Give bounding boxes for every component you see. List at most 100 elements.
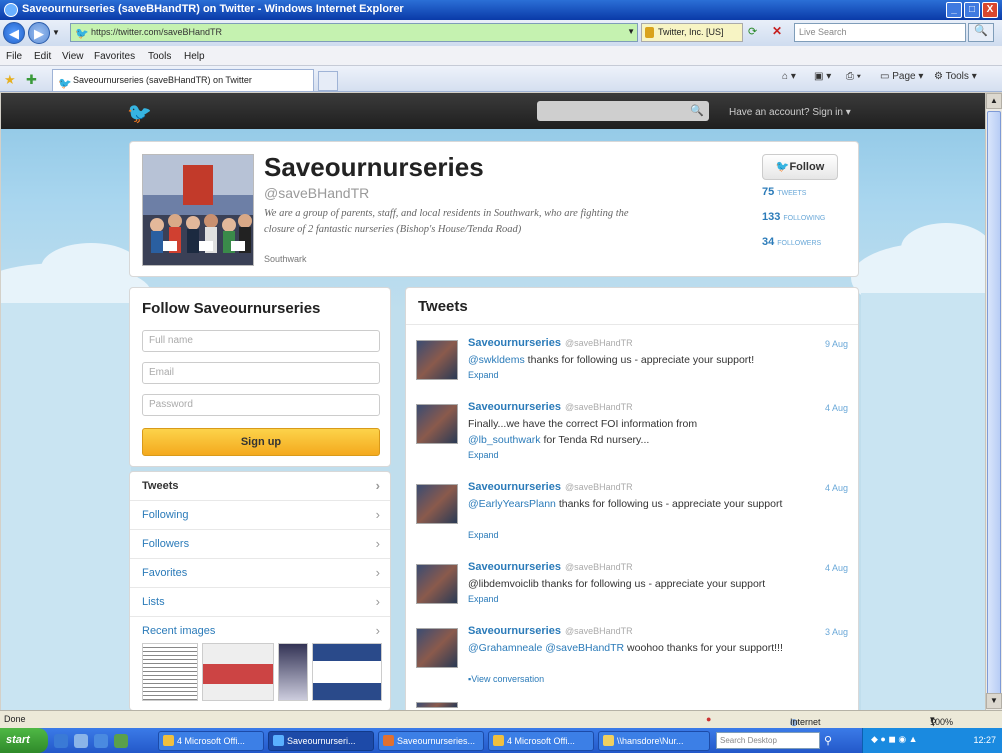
forward-button[interactable]: ▶	[28, 22, 50, 44]
tweet-date[interactable]: 4 Aug	[825, 403, 848, 413]
tweet-expand-link[interactable]: Expand	[468, 530, 499, 540]
tweet-expand-link[interactable]: Expand	[468, 450, 499, 460]
fullname-field[interactable]: Full name	[142, 330, 380, 352]
tweet-item[interactable]: Saveournurseries @saveBHandTR 4 Aug @Earl…	[406, 478, 858, 558]
taskbar-button-folder[interactable]: \\hansdore\Nur...	[598, 731, 710, 751]
tweet-date[interactable]: 9 Aug	[825, 339, 848, 349]
scroll-down-button[interactable]: ▼	[986, 693, 1002, 709]
tweet-author[interactable]: Saveournurseries @saveBHandTR	[468, 561, 633, 573]
vertical-scrollbar[interactable]: ▲ ▼	[985, 93, 1002, 710]
tweet-avatar[interactable]	[416, 702, 458, 708]
tweet-expand-link[interactable]: Expand	[468, 370, 499, 380]
menu-file[interactable]: File	[6, 51, 22, 62]
nav-favorites[interactable]: Favorites ›	[130, 559, 390, 588]
stat-following[interactable]: 133 FOLLOWING	[762, 211, 825, 223]
tweet-avatar[interactable]	[416, 628, 458, 668]
minimize-button[interactable]: _	[946, 2, 962, 18]
new-tab-button[interactable]	[318, 71, 338, 91]
outlook-quicklaunch-icon[interactable]	[94, 734, 108, 748]
excel-quicklaunch-icon[interactable]	[114, 734, 128, 748]
search-icon[interactable]: 🔍	[968, 23, 994, 42]
twitter-search-input[interactable]: 🔍	[537, 101, 709, 121]
nav-following[interactable]: Following ›	[130, 501, 390, 530]
taskbar-button-office[interactable]: 4 Microsoft Offi...	[158, 731, 264, 751]
email-field[interactable]: Email	[142, 362, 380, 384]
start-button[interactable]: start	[0, 728, 48, 753]
history-dropdown-icon[interactable]: ▼	[52, 28, 60, 37]
view-conversation-link[interactable]: ▪View conversation	[468, 674, 544, 684]
tray-icons[interactable]: ◆ ● ◼ ◉ ▲	[871, 734, 918, 745]
ie-quicklaunch-icon[interactable]	[54, 734, 68, 748]
recent-image-thumb[interactable]	[202, 643, 274, 701]
print-icon[interactable]: ⎙ ▾	[846, 71, 861, 82]
tweet-avatar[interactable]	[416, 484, 458, 524]
divider	[406, 324, 858, 325]
signup-button[interactable]: Sign up	[142, 428, 380, 456]
twitter-bird-icon[interactable]: 🐦	[127, 101, 152, 126]
stat-followers[interactable]: 34 FOLLOWERS	[762, 236, 821, 248]
zoom-level[interactable]: ⚲ 100% ▾	[930, 714, 953, 727]
maximize-button[interactable]: □	[964, 2, 980, 18]
menu-help[interactable]: Help	[184, 51, 205, 62]
stop-icon[interactable]: ✕	[772, 24, 782, 38]
scroll-up-button[interactable]: ▲	[986, 93, 1002, 109]
tweet-author[interactable]: Saveournurseries @saveBHandTR	[468, 481, 633, 493]
recent-image-thumb[interactable]	[278, 643, 308, 701]
back-button[interactable]: ◀	[3, 22, 25, 44]
search-input[interactable]: Live Search	[794, 23, 966, 42]
certificate-badge[interactable]: Twitter, Inc. [US]	[641, 23, 743, 42]
desktop-search-input[interactable]: Search Desktop	[716, 732, 820, 749]
tweet-date[interactable]: 4 Aug	[825, 563, 848, 573]
search-icon[interactable]: ⚲	[824, 734, 832, 747]
refresh-icon[interactable]: ⟳	[748, 25, 757, 38]
profile-handle: @saveBHandTR	[264, 185, 370, 201]
menu-view[interactable]: View	[62, 51, 84, 62]
address-dropdown-icon[interactable]: ▼	[627, 27, 635, 36]
desktop-quicklaunch-icon[interactable]	[74, 734, 88, 748]
stat-tweets[interactable]: 75 TWEETS	[762, 186, 806, 198]
menu-edit[interactable]: Edit	[34, 51, 51, 62]
tweet-avatar[interactable]	[416, 404, 458, 444]
nav-followers[interactable]: Followers ›	[130, 530, 390, 559]
tweet-item[interactable]: Saveournurseries @saveBHandTR 3 Aug @Grah…	[406, 622, 858, 702]
feeds-icon[interactable]: ▣ ▾	[814, 71, 831, 82]
search-icon[interactable]: 🔍	[690, 104, 704, 117]
chevron-right-icon: ›	[375, 565, 380, 580]
recent-image-thumb[interactable]	[312, 643, 382, 701]
close-button[interactable]: X	[982, 2, 998, 18]
nav-lists[interactable]: Lists ›	[130, 588, 390, 617]
scroll-thumb[interactable]	[987, 111, 1001, 701]
status-bar: Done ● ◍ Internet ⚲ 100% ▾	[0, 710, 1002, 728]
tweet-date[interactable]: 4 Aug	[825, 483, 848, 493]
menu-tools[interactable]: Tools	[148, 51, 171, 62]
tweet-avatar[interactable]	[416, 340, 458, 380]
recent-image-thumb[interactable]	[142, 643, 198, 701]
menu-favorites[interactable]: Favorites	[94, 51, 135, 62]
password-field[interactable]: Password	[142, 394, 380, 416]
tweet-author[interactable]: Saveournurseries @saveBHandTR	[468, 625, 633, 637]
signin-link[interactable]: Have an account? Sign in ▾	[729, 107, 851, 118]
nav-recent-images[interactable]: Recent images ›	[130, 617, 390, 646]
tools-menu[interactable]: ⚙ Tools ▾	[934, 71, 977, 82]
tweet-expand-link[interactable]: Expand	[468, 594, 499, 604]
tab-twitter[interactable]: 🐦 Saveournurseries (saveBHandTR) on Twit…	[52, 69, 314, 91]
twitter-bird-icon: 🐦	[775, 161, 790, 173]
home-icon[interactable]: ⌂ ▾	[782, 71, 796, 82]
follow-button[interactable]: 🐦Follow	[762, 154, 838, 180]
taskbar-button-ie[interactable]: Saveournurseri...	[268, 731, 374, 751]
favorites-star-icon[interactable]: ★	[4, 72, 16, 88]
taskbar-button-office2[interactable]: 4 Microsoft Offi...	[488, 731, 594, 751]
tweet-author[interactable]: Saveournurseries @saveBHandTR	[468, 337, 633, 349]
add-favorites-icon[interactable]: ✚	[26, 72, 37, 88]
tweet-date[interactable]: 3 Aug	[825, 627, 848, 637]
address-bar[interactable]: 🐦 https://twitter.com/saveBHandTR ▼	[70, 23, 638, 42]
address-toolbar: ◀ ▶ ▼ 🐦 https://twitter.com/saveBHandTR …	[0, 20, 1002, 46]
page-menu[interactable]: ▭ Page ▾	[880, 71, 923, 82]
tweet-avatar[interactable]	[416, 564, 458, 604]
clock[interactable]: 12:27	[973, 735, 996, 745]
taskbar-button-firefox[interactable]: Saveournurseries...	[378, 731, 484, 751]
nav-tweets[interactable]: Tweets ›	[130, 472, 390, 501]
tweet-item[interactable]: Saveournurseries @saveBHandTR 4 Aug Final…	[406, 398, 858, 478]
profile-avatar[interactable]	[142, 154, 254, 266]
tweet-author[interactable]: Saveournurseries @saveBHandTR	[468, 401, 633, 413]
